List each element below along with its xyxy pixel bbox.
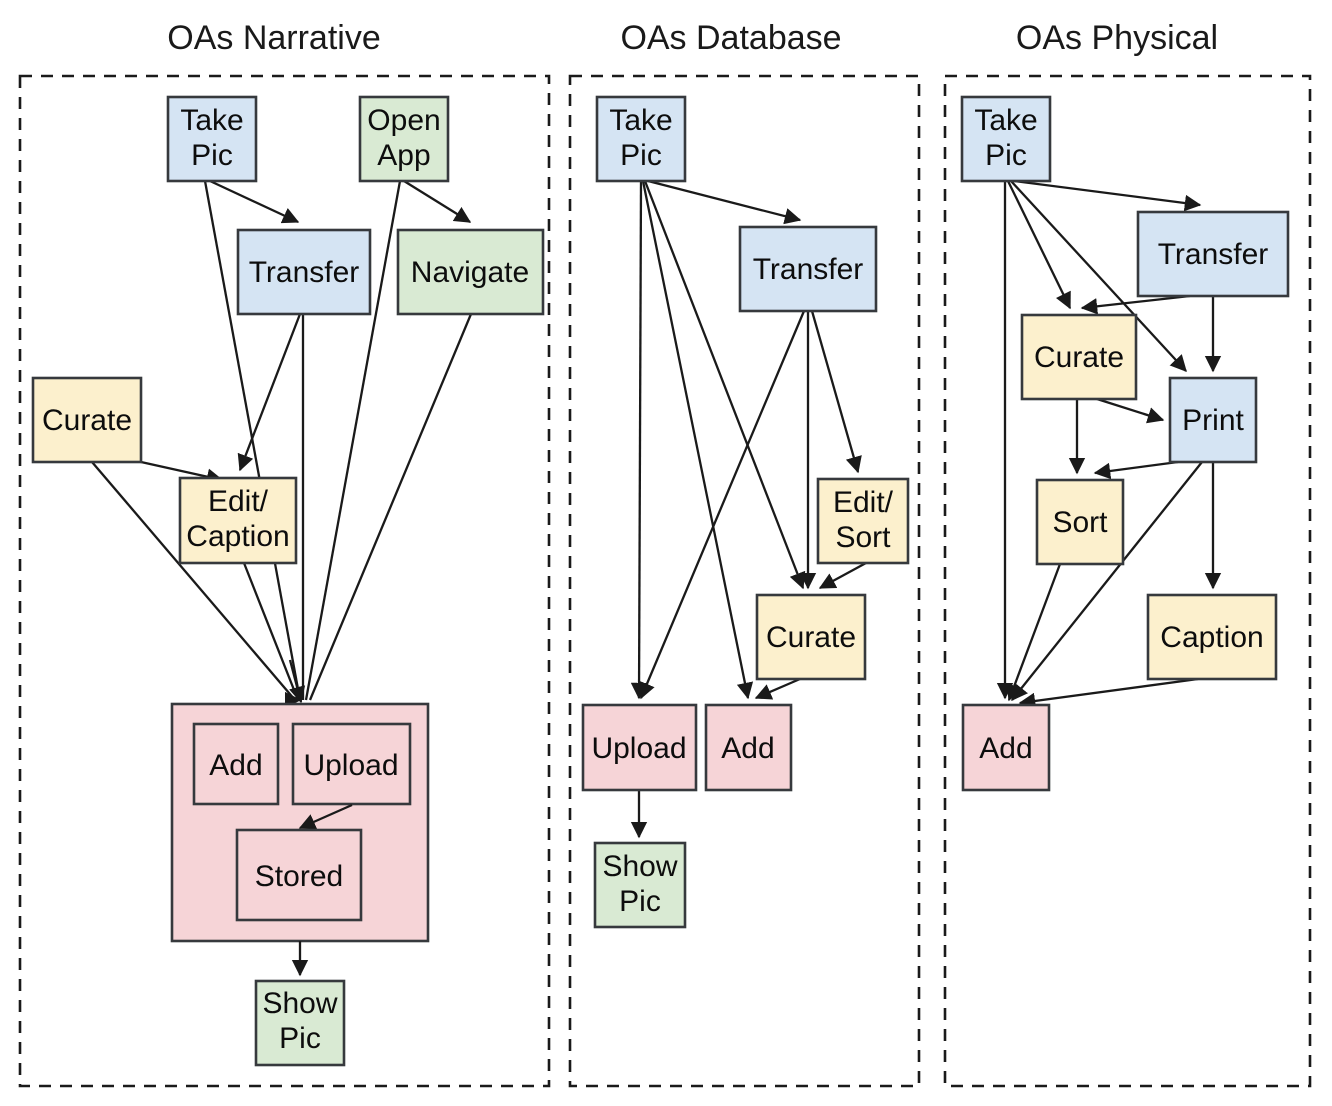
diagram-root: OAs Narrative Add Upload Stored Show Pic… <box>0 0 1332 1106</box>
node-edit-sort-database[interactable]: Edit/ Sort <box>816 477 910 565</box>
edge-ph-take-pic-to-transfer <box>1013 179 1202 212</box>
node-edit-caption-narrative[interactable]: Edit/ Caption <box>178 476 298 565</box>
node-label-db-upload: Upload <box>591 732 686 765</box>
node-label-add: Add <box>209 749 262 782</box>
panel-narrative: OAs Narrative Add Upload Stored Show Pic… <box>18 19 551 1088</box>
node-curate-database[interactable]: Curate <box>755 593 867 681</box>
node-label-ph-take-pic-line1: Take <box>974 104 1037 137</box>
node-label-ph-curate: Curate <box>1034 341 1124 374</box>
node-label-db-take-pic-line2: Pic <box>620 139 662 172</box>
flow-diagram: OAs Narrative Add Upload Stored Show Pic… <box>18 19 1312 1088</box>
edge-ph-take-pic-to-curate <box>1006 180 1072 310</box>
edge-ph-sort-to-add <box>1006 563 1062 702</box>
node-label-ph-add: Add <box>979 732 1032 765</box>
node-add-database[interactable]: Add <box>704 703 793 792</box>
node-navigate-narrative[interactable]: Navigate <box>396 228 545 316</box>
edge-ph-curate-to-print <box>1096 397 1165 424</box>
panel-title-database: OAs Database <box>620 19 841 57</box>
node-label-ph-print: Print <box>1182 404 1244 437</box>
node-label-db-edit-sort-line2: Sort <box>835 521 891 554</box>
edge-edit-caption-to-stored-group <box>242 562 300 701</box>
node-label-db-edit-sort-line1: Edit/ <box>833 486 894 519</box>
edge-ph-print-to-sort <box>1093 460 1179 480</box>
node-label-open-app-line2: App <box>377 139 430 172</box>
node-label-stored: Stored <box>255 860 343 893</box>
edge-ph-transfer-to-curate <box>1080 294 1191 315</box>
node-stored-narrative[interactable]: Stored <box>235 828 363 922</box>
node-label-open-app-line1: Open <box>367 104 440 137</box>
node-label-db-add: Add <box>721 732 774 765</box>
node-add-physical[interactable]: Add <box>961 703 1051 792</box>
node-label-transfer: Transfer <box>249 256 360 289</box>
node-label-ph-sort: Sort <box>1052 506 1108 539</box>
node-label-show-pic-line1: Show <box>262 987 337 1020</box>
node-sort-physical[interactable]: Sort <box>1035 478 1125 566</box>
panel-physical: OAs Physical Take Pic Transfer Curate Pr… <box>943 19 1312 1088</box>
panel-title-physical: OAs Physical <box>1016 19 1218 57</box>
node-label-db-show-pic-line1: Show <box>602 850 677 883</box>
node-label-take-pic-line2: Pic <box>191 139 233 172</box>
node-transfer-database[interactable]: Transfer <box>738 225 878 313</box>
node-add-narrative[interactable]: Add <box>192 722 280 806</box>
node-upload-narrative[interactable]: Upload <box>291 722 412 806</box>
edge-db-curate-to-add <box>754 677 801 700</box>
node-label-navigate: Navigate <box>411 256 529 289</box>
node-upload-database[interactable]: Upload <box>581 703 698 792</box>
edge-db-edit-sort-to-curate <box>818 561 867 590</box>
node-curate-narrative[interactable]: Curate <box>31 376 143 464</box>
node-label-curate: Curate <box>42 404 132 437</box>
edge-open-app-to-navigate <box>403 180 472 223</box>
edge-take-pic-to-transfer <box>209 179 300 224</box>
node-transfer-physical[interactable]: Transfer <box>1136 210 1290 298</box>
edge-ph-caption-to-add <box>1018 677 1199 710</box>
node-label-upload: Upload <box>303 749 398 782</box>
node-curate-physical[interactable]: Curate <box>1020 313 1138 401</box>
node-label-show-pic-line2: Pic <box>279 1022 321 1055</box>
node-label-db-show-pic-line2: Pic <box>619 885 661 918</box>
node-take-pic-database[interactable]: Take Pic <box>595 95 687 183</box>
edge-db-take-pic-to-upload <box>630 180 648 700</box>
node-take-pic-narrative[interactable]: Take Pic <box>166 95 258 183</box>
node-label-ph-transfer: Transfer <box>1158 238 1269 271</box>
node-label-ph-take-pic-line2: Pic <box>985 139 1027 172</box>
panel-title-narrative: OAs Narrative <box>167 19 381 57</box>
node-take-pic-physical[interactable]: Take Pic <box>960 95 1052 183</box>
node-show-pic-narrative[interactable]: Show Pic <box>254 979 346 1067</box>
node-caption-physical[interactable]: Caption <box>1146 593 1278 681</box>
node-label-take-pic-line1: Take <box>180 104 243 137</box>
node-label-edit-caption-line2: Caption <box>186 520 289 553</box>
node-transfer-narrative[interactable]: Transfer <box>236 228 372 316</box>
node-print-physical[interactable]: Print <box>1168 376 1258 464</box>
edge-db-transfer-to-edit-sort <box>810 310 862 474</box>
edge-db-take-pic-to-add <box>641 180 754 700</box>
node-label-ph-caption: Caption <box>1160 621 1263 654</box>
node-label-db-curate: Curate <box>766 621 856 654</box>
node-show-pic-database[interactable]: Show Pic <box>593 841 687 929</box>
node-open-app-narrative[interactable]: Open App <box>358 95 450 183</box>
node-label-db-take-pic-line1: Take <box>609 104 672 137</box>
edge-navigate-to-stored-group <box>308 313 473 701</box>
panel-database: OAs Database Take Pic Transfer Edit/ Sor… <box>568 19 921 1088</box>
node-label-db-transfer: Transfer <box>753 253 864 286</box>
edge-db-take-pic-to-transfer <box>647 179 802 225</box>
node-label-edit-caption-line1: Edit/ <box>208 485 269 518</box>
edge-transfer-to-edit-caption <box>237 313 302 472</box>
